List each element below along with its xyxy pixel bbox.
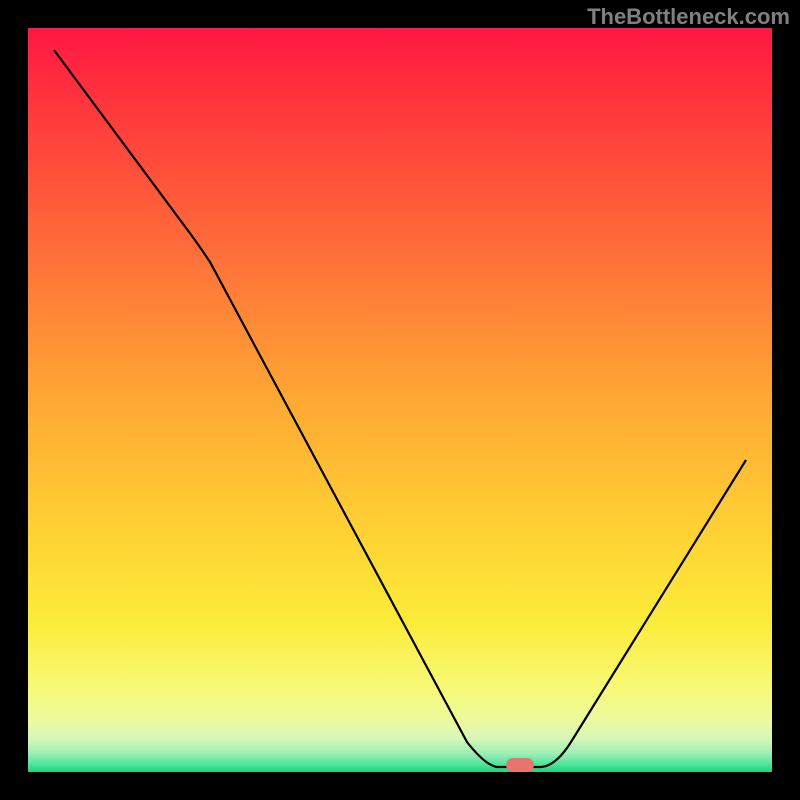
optimal-marker [506,758,534,772]
plot-background [28,28,772,772]
chart-svg [0,0,800,800]
watermark-text: TheBottleneck.com [587,4,790,30]
bottleneck-chart [0,0,800,800]
